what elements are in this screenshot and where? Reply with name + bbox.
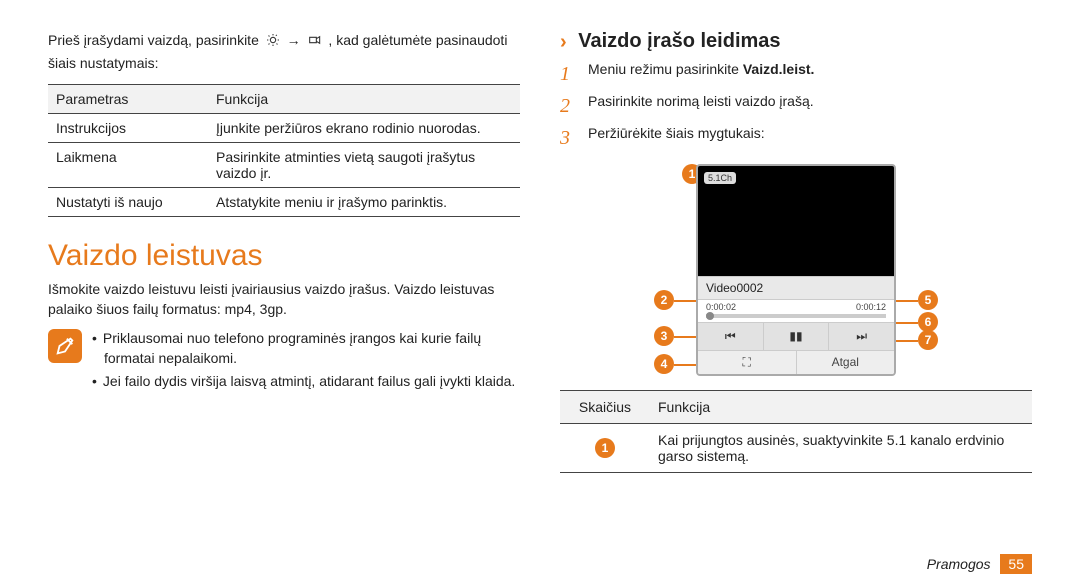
time-elapsed: 0:00:02	[706, 302, 736, 312]
left-column: Prieš įrašydami vaizdą, pasirinkite → , …	[48, 30, 520, 473]
settings-th-func: Funkcija	[208, 84, 520, 113]
player-description: Išmokite vaizdo leistuvu leisti įvairiau…	[48, 279, 520, 320]
callout-line	[674, 364, 698, 366]
right-column: › Vaizdo įrašo leidimas 1 Meniu režimu p…	[560, 30, 1032, 473]
note-item: Priklausomai nuo telefono programinės įr…	[92, 329, 520, 368]
back-label: Atgal	[797, 351, 895, 374]
note-list: Priklausomai nuo telefono programinės įr…	[92, 329, 520, 396]
callout-line	[674, 336, 698, 338]
function-table: Skaičius Funkcija 1 Kai prijungtos ausin…	[560, 390, 1032, 473]
step-3: 3 Peržiūrėkite šiais mygtukais:	[560, 124, 1032, 152]
table-row: Instrukcijos Įjunkite peržiūros ekrano r…	[48, 113, 520, 142]
callout-line	[894, 300, 918, 302]
step-1: 1 Meniu režimu pasirinkite Vaizd.leist.	[560, 60, 1032, 88]
table-row: Nustatyti iš naujo Atstatykite meniu ir …	[48, 187, 520, 216]
surround-badge: 5.1Ch	[704, 172, 736, 184]
time-total: 0:00:12	[856, 302, 886, 312]
callout-line	[894, 340, 918, 342]
video-area: 5.1Ch	[698, 166, 894, 276]
func-th-number: Skaičius	[560, 391, 650, 424]
note-box: Priklausomai nuo telefono programinės įr…	[48, 329, 520, 396]
page-title: Vaizdo leistuvas	[48, 239, 520, 273]
note-icon	[48, 329, 82, 363]
fullscreen-icon: ⛶	[698, 351, 797, 374]
callout-badge-3: 3	[654, 326, 674, 346]
settings-table: Parametras Funkcija Instrukcijos Įjunkit…	[48, 84, 520, 217]
settings-th-param: Parametras	[48, 84, 208, 113]
func-th-function: Funkcija	[650, 391, 1032, 424]
arrow-text: →	[287, 32, 301, 48]
callout-badge-4: 4	[654, 354, 674, 374]
table-row: 1 Kai prijungtos ausinės, suaktyvinkite …	[560, 424, 1032, 473]
pause-icon: ▮▮	[764, 323, 830, 350]
callout-badge-1-small: 1	[595, 438, 615, 458]
callout-badge-5: 5	[918, 290, 938, 310]
callout-line	[674, 300, 698, 302]
playback-controls: ⏮ ▮▮ ⏭	[698, 322, 894, 350]
table-row: Laikmena Pasirinkite atminties vietą sau…	[48, 142, 520, 187]
chevron-right-icon: ›	[560, 31, 567, 53]
progress-bar	[706, 314, 886, 318]
video-title: Video0002	[698, 276, 894, 300]
step-2: 2 Pasirinkite norimą leisti vaizdo įrašą…	[560, 92, 1032, 120]
time-row: 0:00:02 0:00:12	[698, 300, 894, 312]
callout-badge-7: 7	[918, 330, 938, 350]
page-footer: Pramogos 55	[927, 554, 1032, 574]
gear-icon	[265, 32, 281, 53]
callout-badge-6: 6	[918, 312, 938, 332]
intro-text-a: Prieš įrašydami vaizdą, pasirinkite	[48, 32, 263, 48]
video-player-mock: 5.1Ch Video0002 0:00:02 0:00:12 ⏮ ▮▮ ⏭ ⛶…	[696, 164, 896, 376]
rewind-icon: ⏮	[698, 323, 764, 350]
intro-paragraph: Prieš įrašydami vaizdą, pasirinkite → , …	[48, 30, 520, 74]
footer-page-number: 55	[1000, 554, 1032, 574]
callout-badge-2: 2	[654, 290, 674, 310]
footer-category: Pramogos	[927, 556, 991, 572]
note-item: Jei failo dydis viršija laisvą atmintį, …	[92, 372, 520, 392]
section-heading: › Vaizdo įrašo leidimas	[560, 30, 1032, 54]
camcorder-icon	[307, 32, 323, 53]
func-row1-desc: Kai prijungtos ausinės, suaktyvinkite 5.…	[650, 424, 1032, 473]
forward-icon: ⏭	[829, 323, 894, 350]
player-illustration: 1 2 3 4 5 6 7 5.1Ch Video0002 0:00:02 0:…	[646, 164, 946, 376]
player-bottom-row: ⛶ Atgal	[698, 350, 894, 374]
callout-line	[894, 322, 918, 324]
